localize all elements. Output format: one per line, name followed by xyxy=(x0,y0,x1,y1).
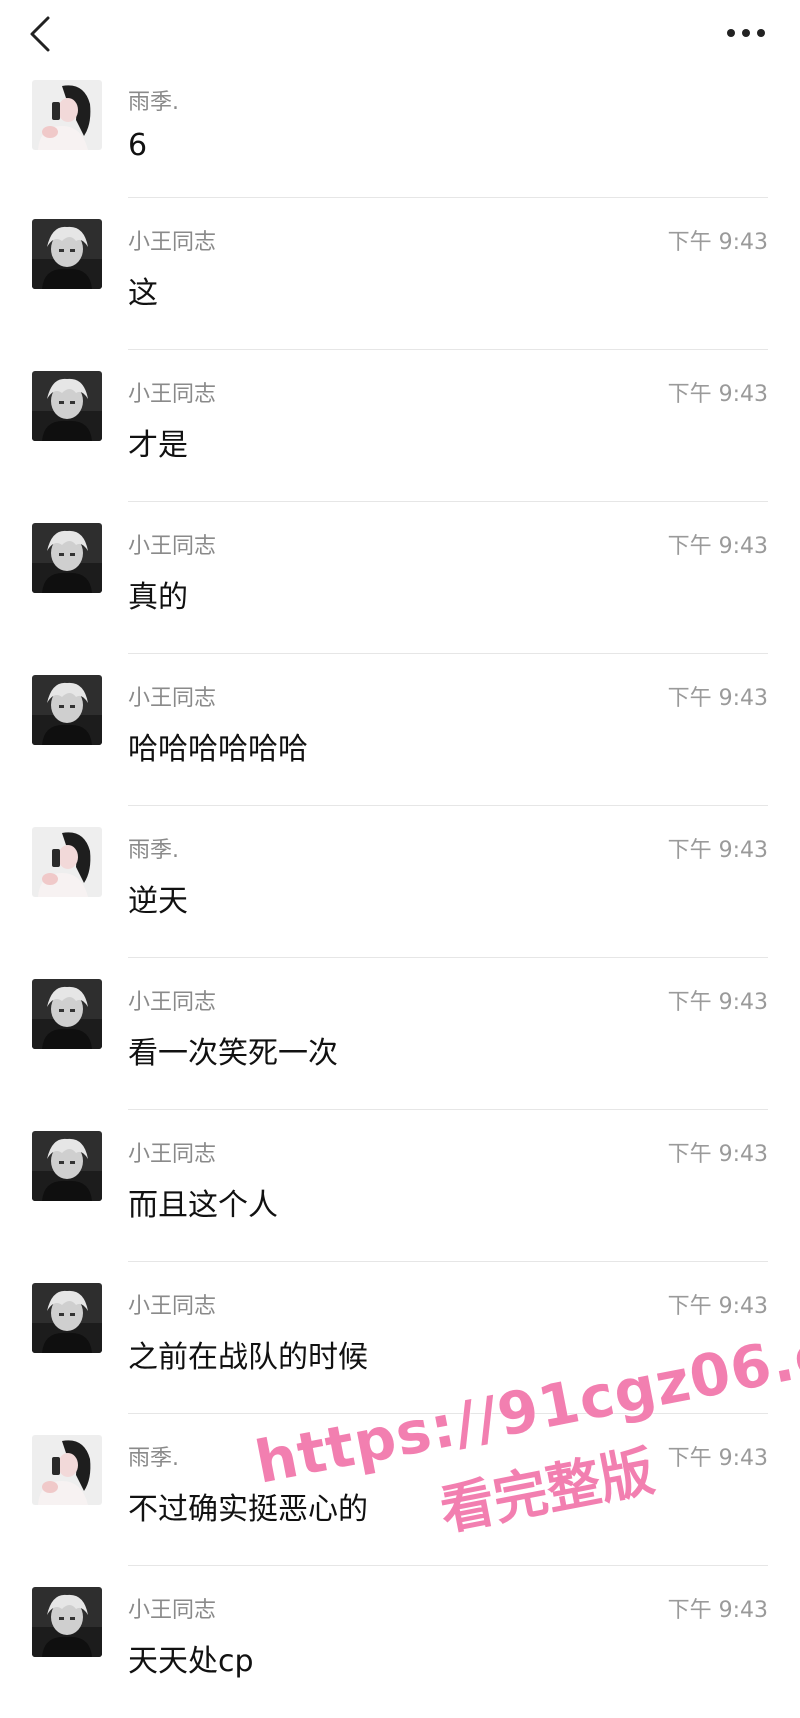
sender-name: 小王同志 xyxy=(128,990,217,1015)
avatar[interactable] xyxy=(32,219,102,289)
message-item[interactable]: 小王同志 下午 9:43 这 xyxy=(0,198,800,350)
more-horizontal-icon xyxy=(727,29,765,37)
avatar-image-boy xyxy=(32,219,102,289)
avatar[interactable] xyxy=(32,1435,102,1505)
sender-name: 小王同志 xyxy=(128,686,217,711)
message-time: 下午 9:43 xyxy=(667,1446,768,1471)
message-text: 真的 xyxy=(128,580,188,615)
message-time: 下午 9:43 xyxy=(667,1142,768,1167)
avatar-image-girl xyxy=(32,1435,102,1505)
sender-name: 小王同志 xyxy=(128,382,217,407)
sender-name: 小王同志 xyxy=(128,1598,217,1623)
sender-name: 雨季. xyxy=(128,90,179,115)
avatar[interactable] xyxy=(32,1283,102,1353)
message-time: 下午 9:43 xyxy=(667,230,768,255)
sender-name: 雨季. xyxy=(128,838,179,863)
avatar-image-girl xyxy=(32,80,102,150)
avatar-image-boy xyxy=(32,1131,102,1201)
avatar-image-boy xyxy=(32,1283,102,1353)
message-list: 雨季. 6 小王同志 下午 9:43 这 小王同志 下午 9:43 才是 小王同… xyxy=(0,70,800,1718)
message-text: 6 xyxy=(128,128,148,163)
message-time: 下午 9:43 xyxy=(667,990,768,1015)
message-time: 下午 9:43 xyxy=(667,382,768,407)
back-button[interactable] xyxy=(22,14,58,54)
avatar[interactable] xyxy=(32,827,102,897)
sender-name: 小王同志 xyxy=(128,1142,217,1167)
message-time: 下午 9:43 xyxy=(667,838,768,863)
message-text: 而且这个人 xyxy=(128,1188,278,1223)
message-item[interactable]: 小王同志 下午 9:43 哈哈哈哈哈哈 xyxy=(0,654,800,806)
message-text: 看一次笑死一次 xyxy=(128,1036,338,1071)
message-item[interactable]: 雨季. 下午 9:43 不过确实挺恶心的 xyxy=(0,1414,800,1566)
sender-name: 小王同志 xyxy=(128,1294,217,1319)
message-item[interactable]: 小王同志 下午 9:43 才是 xyxy=(0,350,800,502)
message-time: 下午 9:43 xyxy=(667,1598,768,1623)
message-item[interactable]: 雨季. 下午 9:43 逆天 xyxy=(0,806,800,958)
message-text: 天天处cp xyxy=(128,1644,254,1679)
message-time: 下午 9:43 xyxy=(667,534,768,559)
avatar-image-girl xyxy=(32,827,102,897)
message-text: 逆天 xyxy=(128,884,188,919)
message-item[interactable]: 小王同志 下午 9:43 之前在战队的时候 xyxy=(0,1262,800,1414)
message-text: 才是 xyxy=(128,428,188,463)
avatar-image-boy xyxy=(32,675,102,745)
sender-name: 小王同志 xyxy=(128,534,217,559)
message-item[interactable]: 小王同志 下午 9:43 真的 xyxy=(0,502,800,654)
sender-name: 小王同志 xyxy=(128,230,217,255)
message-item[interactable]: 小王同志 下午 9:43 天天处cp xyxy=(0,1566,800,1718)
message-text: 这 xyxy=(128,276,158,311)
avatar[interactable] xyxy=(32,523,102,593)
top-bar xyxy=(0,0,800,70)
message-text: 不过确实挺恶心的 xyxy=(128,1492,368,1527)
sender-name: 雨季. xyxy=(128,1446,179,1471)
avatar-image-boy xyxy=(32,523,102,593)
message-time: 下午 9:43 xyxy=(667,686,768,711)
avatar-image-boy xyxy=(32,1587,102,1657)
message-item[interactable]: 小王同志 下午 9:43 而且这个人 xyxy=(0,1110,800,1262)
avatar[interactable] xyxy=(32,80,102,150)
avatar-image-boy xyxy=(32,371,102,441)
avatar[interactable] xyxy=(32,979,102,1049)
avatar[interactable] xyxy=(32,1587,102,1657)
message-text: 哈哈哈哈哈哈 xyxy=(128,732,308,767)
message-text: 之前在战队的时候 xyxy=(128,1340,368,1375)
more-options-button[interactable] xyxy=(722,18,770,48)
avatar[interactable] xyxy=(32,1131,102,1201)
message-item[interactable]: 雨季. 6 xyxy=(0,70,800,198)
avatar-image-boy xyxy=(32,979,102,1049)
avatar[interactable] xyxy=(32,371,102,441)
message-time: 下午 9:43 xyxy=(667,1294,768,1319)
message-item[interactable]: 小王同志 下午 9:43 看一次笑死一次 xyxy=(0,958,800,1110)
avatar[interactable] xyxy=(32,675,102,745)
chevron-left-icon xyxy=(30,16,50,52)
